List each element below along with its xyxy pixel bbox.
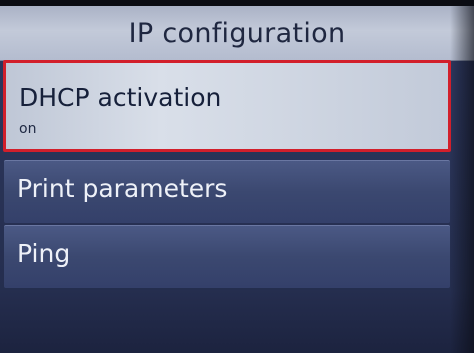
empty-menu-area: [0, 290, 474, 353]
menu-item-dhcp-activation[interactable]: DHCP activation on: [3, 60, 451, 152]
printer-display: IP configuration DHCP activation on Prin…: [0, 0, 474, 353]
menu-item-label: DHCP activation: [19, 83, 222, 112]
menu-item-label: Ping: [17, 239, 71, 268]
menu-item-print-parameters[interactable]: Print parameters: [4, 160, 450, 223]
menu-item-label: Print parameters: [17, 174, 228, 203]
page-title: IP configuration: [128, 18, 346, 49]
menu-item-value: on: [19, 121, 37, 137]
screen-header: IP configuration: [0, 6, 474, 61]
display-edge-shadow: [450, 0, 474, 353]
menu-item-ping[interactable]: Ping: [4, 225, 450, 288]
